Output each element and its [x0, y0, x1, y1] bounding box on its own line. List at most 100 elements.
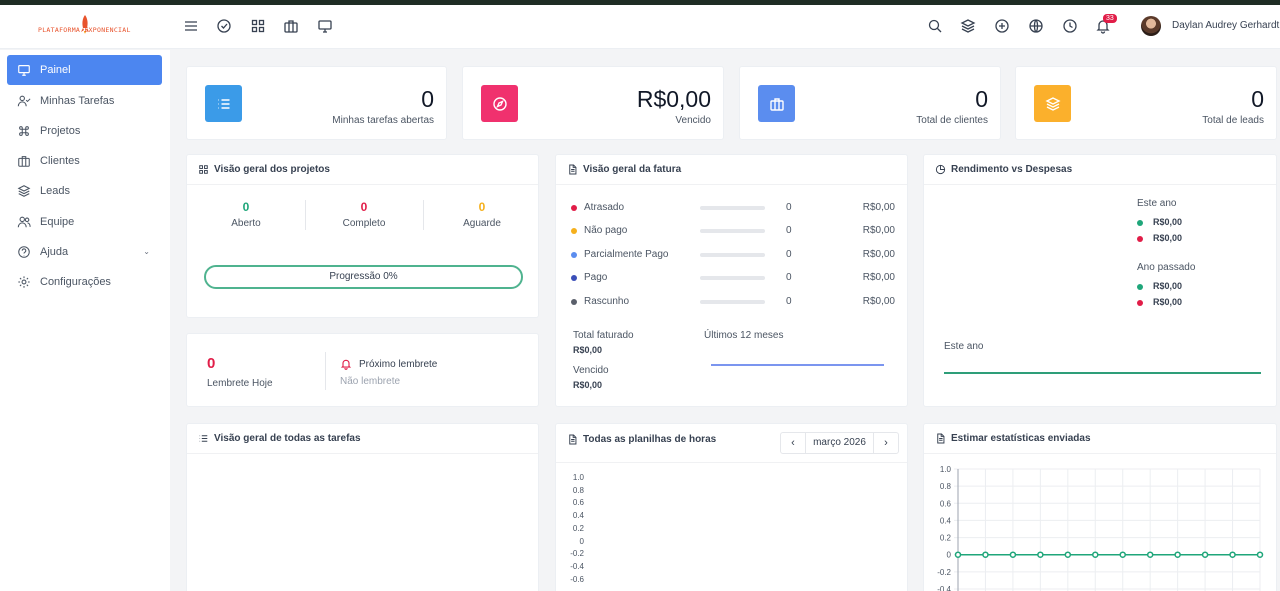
brand-logo[interactable]: PLATAFORMA EXPONENCIAL	[38, 15, 134, 39]
layers-icon	[1034, 85, 1071, 122]
command-icon	[17, 124, 31, 138]
chevron-right-icon[interactable]: ›	[874, 433, 898, 453]
projects-overview-card: Visão geral dos projetos 0 Aberto 0 Comp…	[186, 154, 539, 318]
check-circle-icon[interactable]	[216, 18, 232, 34]
sidebar-item-label: Leads	[40, 185, 70, 197]
stat-label: Total de leads	[1202, 115, 1264, 126]
last-year-income: R$0,00	[1137, 281, 1182, 291]
search-icon[interactable]	[927, 18, 943, 34]
legend-dot	[1137, 235, 1143, 242]
invoice-status-count: 0	[786, 249, 792, 260]
plus-circle-icon[interactable]	[994, 18, 1010, 34]
income-vs-expenses-card: Rendimento vs Despesas Este ano R$0,00 R…	[923, 154, 1277, 407]
sidebar-item-leads[interactable]: Leads	[7, 176, 162, 206]
sidebar-item-painel[interactable]: Painel	[7, 55, 162, 85]
stat-value: 0	[421, 86, 434, 112]
chevron-left-icon[interactable]: ‹	[781, 433, 805, 453]
stat-card-leads[interactable]: 0 Total de leads	[1015, 66, 1277, 140]
sidebar-item-label: Projetos	[40, 125, 81, 137]
compass-icon	[481, 85, 518, 122]
stat-card-overdue[interactable]: R$0,00 Vencido	[462, 66, 724, 140]
data-point	[1229, 551, 1236, 558]
invoice-row[interactable]: Parcialmente Pago 0 R$0,00	[556, 246, 909, 266]
user-avatar[interactable]	[1141, 16, 1161, 36]
status-dot	[571, 205, 577, 211]
card-header: Visão geral da fatura	[556, 155, 907, 185]
card-title: Visão geral de todas as tarefas	[214, 433, 361, 444]
globe-icon[interactable]	[1028, 18, 1044, 34]
y-tick-label: -0.4	[570, 561, 584, 571]
file-text-icon	[567, 164, 578, 175]
projects-open[interactable]: 0 Aberto	[187, 200, 305, 229]
sidebar-item-configuracoes[interactable]: Configurações	[7, 267, 162, 297]
stat-label: Vencido	[675, 115, 711, 126]
sidebar-item-ajuda[interactable]: Ajuda ⌄	[7, 237, 162, 267]
projects-waiting[interactable]: 0 Aguarde	[423, 200, 541, 229]
users-icon	[17, 215, 31, 229]
y-tick-label: 0.8	[572, 485, 584, 495]
y-tick-label: 0	[947, 551, 952, 560]
chart-label: Este ano	[944, 341, 984, 352]
stat-label: Total de clientes	[916, 115, 988, 126]
projects-open-count: 0	[242, 200, 250, 214]
y-tick-label: 1.0	[940, 465, 952, 474]
invoice-row[interactable]: Não pago 0 R$0,00	[556, 222, 909, 242]
invoice-row[interactable]: Atrasado 0 R$0,00	[556, 199, 909, 219]
invoice-row[interactable]: Pago 0 R$0,00	[556, 269, 909, 289]
invoice-row[interactable]: Rascunho 0 R$0,00	[556, 293, 909, 313]
card-title: Visão geral dos projetos	[214, 164, 330, 175]
this-year-label: Este ano	[1137, 198, 1177, 209]
stat-label: Minhas tarefas abertas	[332, 115, 434, 126]
legend-value: R$0,00	[1153, 217, 1183, 227]
card-header: Visão geral de todas as tarefas	[187, 424, 538, 454]
monitor-icon[interactable]	[317, 18, 333, 34]
user-name[interactable]: Daylan Audrey Gerhardt	[1172, 20, 1279, 31]
y-tick-label: -0.6	[570, 574, 584, 584]
sidebar-item-projetos[interactable]: Projetos	[7, 116, 162, 146]
reminders-today-label: Lembrete Hoje	[207, 378, 273, 389]
layers-icon[interactable]	[960, 18, 976, 34]
card-title: Estimar estatísticas enviadas	[951, 433, 1091, 444]
sidebar-item-clientes[interactable]: Clientes	[7, 146, 162, 176]
invoice-status-label: Parcialmente Pago	[584, 249, 669, 260]
stat-card-open-tasks[interactable]: 0 Minhas tarefas abertas	[186, 66, 447, 140]
projects-complete[interactable]: 0 Completo	[305, 200, 423, 229]
y-tick-label: 0.8	[940, 482, 952, 491]
menu-icon[interactable]	[183, 18, 199, 34]
invoice-status-amount: R$0,00	[862, 296, 895, 307]
invoice-status-bar	[700, 276, 765, 280]
data-point	[1256, 551, 1264, 558]
card-title: Visão geral da fatura	[583, 164, 682, 175]
card-title: Todas as planilhas de horas	[583, 433, 717, 445]
invoice-status-bar	[700, 229, 765, 233]
notification-count-badge: 33	[1103, 14, 1117, 23]
invoice-status-count: 0	[786, 225, 792, 236]
file-text-icon	[935, 433, 946, 444]
projects-complete-count: 0	[360, 200, 368, 214]
data-point	[1174, 551, 1181, 558]
invoice-status-amount: R$0,00	[862, 202, 895, 213]
grid-icon[interactable]	[250, 18, 266, 34]
stat-value: 0	[975, 86, 988, 112]
legend-dot	[1137, 299, 1143, 306]
divider	[556, 462, 907, 463]
stat-card-clients[interactable]: 0 Total de clientes	[739, 66, 1001, 140]
card-header: Rendimento vs Despesas	[924, 155, 1276, 185]
briefcase-icon[interactable]	[283, 18, 299, 34]
y-tick-label: 0.2	[940, 534, 952, 543]
sidebar-item-label: Equipe	[40, 216, 75, 228]
tasks-overview-card: Visão geral de todas as tarefas	[186, 423, 539, 591]
legend-dot	[1137, 283, 1143, 290]
sidebar-item-equipe[interactable]: Equipe	[7, 207, 162, 237]
data-point	[1146, 551, 1154, 558]
y-tick-label: -0.2	[570, 549, 584, 559]
y-tick-label: 0.4	[572, 511, 584, 521]
reminders-today-count: 0	[207, 355, 216, 372]
briefcase-icon	[758, 85, 795, 122]
total-invoiced-label: Total faturado	[573, 330, 634, 341]
sidebar-item-label: Clientes	[40, 155, 80, 167]
clock-icon[interactable]	[1062, 18, 1078, 34]
next-reminder-title[interactable]: Próximo lembrete	[359, 359, 437, 370]
y-tick-label: 0.6	[572, 498, 584, 508]
sidebar-item-minhas-tarefas[interactable]: Minhas Tarefas	[7, 86, 162, 116]
